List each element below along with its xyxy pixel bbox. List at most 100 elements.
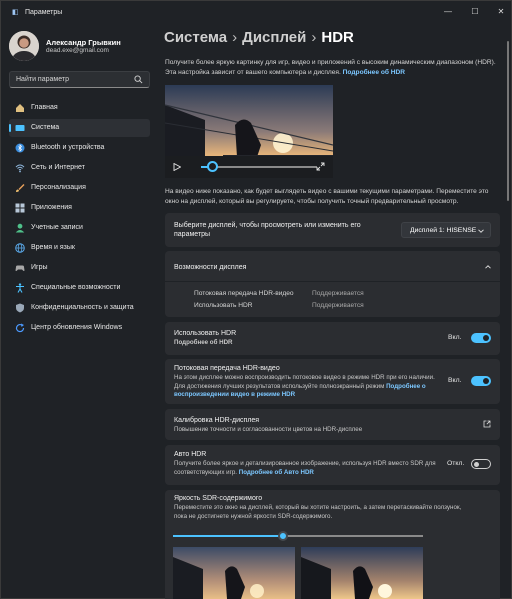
breadcrumb: Система › Дисплей › HDR — [164, 29, 354, 46]
sdr-brightness-thumb[interactable] — [278, 531, 288, 541]
auto-hdr-state: Откл. — [447, 460, 465, 467]
use-hdr-card: Использовать HDR Подробнее об HDR Вкл. — [165, 322, 500, 355]
capabilities-title: Возможности дисплея — [174, 264, 247, 271]
brush-icon — [16, 184, 25, 192]
sidebar-item-label: Сеть и Интернет — [31, 164, 85, 171]
display-select-label: Выберите дисплей, чтобы просмотреть или … — [174, 222, 361, 238]
hdr-learn-more-link[interactable]: Подробнее об HDR — [343, 69, 405, 76]
breadcrumb-separator: › — [311, 29, 317, 46]
auto-hdr-card: Авто HDR Получите более яркое и детализи… — [165, 445, 500, 485]
globe-icon — [15, 243, 25, 253]
capability-value: Поддерживается — [312, 302, 364, 309]
external-link-icon[interactable] — [483, 420, 491, 428]
sidebar-item[interactable]: Специальные возможности — [9, 279, 150, 297]
page-title: HDR — [321, 29, 354, 46]
title-bar: ◧ Параметры — ☐ ✕ — [1, 1, 511, 25]
sidebar-item[interactable]: Приложения — [9, 199, 150, 217]
auto-hdr-toggle[interactable] — [471, 459, 491, 469]
hdr-calibration-title: Калибровка HDR-дисплея — [174, 417, 260, 424]
use-hdr-title: Использовать HDR — [174, 330, 237, 337]
accounts-icon — [15, 223, 25, 233]
chevron-up-icon — [485, 265, 491, 269]
chevron-down-icon — [478, 229, 484, 233]
fullscreen-icon[interactable] — [316, 162, 325, 171]
hdr-streaming-toggle[interactable] — [471, 376, 491, 386]
scrollbar[interactable] — [507, 41, 509, 201]
breadcrumb-display[interactable]: Дисплей — [242, 29, 306, 46]
sidebar-item[interactable]: Главная — [9, 99, 150, 117]
video-seek-bar[interactable] — [201, 166, 317, 168]
hdr-streaming-card: Потоковая передача HDR-видео На этом дис… — [165, 359, 500, 404]
sdr-brightness-title: Яркость SDR-содержимого — [174, 495, 263, 502]
apps-icon — [15, 203, 25, 213]
system-icon — [15, 125, 25, 131]
hdr-calibration-card[interactable]: Калибровка HDR-дисплея Повышение точност… — [165, 409, 500, 440]
accessibility-icon — [16, 283, 24, 293]
home-icon — [16, 104, 24, 112]
hdr-calibration-description: Повышение точности и согласованности цве… — [174, 426, 363, 433]
preview-description: На видео ниже показано, как будет выгляд… — [165, 188, 489, 205]
use-hdr-state: Вкл. — [448, 334, 462, 341]
sidebar-item-label: Время и язык — [31, 244, 75, 251]
sidebar-item[interactable]: Центр обновления Windows — [9, 319, 150, 337]
sidebar-item-label: Учетные записи — [31, 224, 83, 231]
capability-value: Поддерживается — [312, 290, 364, 297]
use-hdr-toggle[interactable] — [471, 333, 491, 343]
sdr-brightness-description: Переместите это окно на дисплей, который… — [174, 504, 462, 520]
settings-window: ◧ Параметры — ☐ ✕ Александр Грывкин dead… — [0, 0, 512, 599]
sidebar-item-label: Персонализация — [31, 184, 86, 191]
sidebar-item[interactable]: Время и язык — [9, 239, 150, 257]
minimize-button[interactable]: — — [435, 3, 461, 21]
close-button[interactable]: ✕ — [488, 3, 512, 21]
auto-hdr-learn-more-link[interactable]: Подробнее об Авто HDR — [239, 469, 314, 476]
sidebar-item-label: Игры — [31, 264, 48, 271]
window-title: Параметры — [25, 9, 63, 16]
gamepad-icon — [15, 265, 25, 271]
update-icon — [15, 323, 25, 333]
sdr-brightness-card: Яркость SDR-содержимого Переместите это … — [165, 490, 500, 599]
sdr-preview-image — [173, 547, 295, 599]
sidebar-item[interactable]: Конфиденциальность и защита — [9, 299, 150, 317]
hdr-streaming-state: Вкл. — [448, 377, 462, 384]
search-placeholder: Найти параметр — [16, 76, 69, 83]
settings-app-icon: ◧ — [12, 9, 19, 16]
sidebar-item[interactable]: Учетные записи — [9, 219, 150, 237]
sidebar-item[interactable]: Игры — [9, 259, 150, 277]
user-name: Александр Грывкин — [46, 38, 121, 47]
sidebar-item-label: Приложения — [31, 204, 72, 211]
maximize-button[interactable]: ☐ — [462, 3, 488, 21]
sidebar-item[interactable]: Персонализация — [9, 179, 150, 197]
sidebar-item-label: Конфиденциальность и защита — [31, 304, 134, 311]
sidebar-item[interactable]: Сеть и Интернет — [9, 159, 150, 177]
display-capabilities-card: Возможности дисплея Потоковая передача H… — [165, 251, 500, 317]
display-dropdown-value: Дисплей 1: HISENSE — [410, 227, 477, 234]
user-email: dead.exe@gmail.com — [46, 47, 109, 54]
sidebar-item-label: Главная — [31, 104, 58, 111]
hdr-intro: Получите более яркую картинку для игр, в… — [165, 58, 500, 77]
sdr-brightness-fill — [173, 535, 283, 537]
network-icon — [15, 164, 25, 173]
active-indicator — [9, 124, 11, 132]
sidebar-item-label: Центр обновления Windows — [31, 324, 123, 331]
video-controls — [165, 156, 333, 178]
capabilities-header[interactable]: Возможности дисплея — [165, 251, 500, 282]
sidebar-item-label: Система — [31, 124, 60, 131]
search-input[interactable]: Найти параметр — [9, 71, 150, 88]
sdr-brightness-slider[interactable] — [173, 535, 423, 537]
play-icon[interactable] — [173, 163, 181, 171]
search-icon[interactable] — [134, 75, 143, 84]
breadcrumb-separator: › — [232, 29, 238, 46]
video-seek-thumb[interactable] — [206, 161, 218, 172]
sidebar-item-label: Специальные возможности — [31, 284, 121, 291]
sidebar-item[interactable]: Система — [9, 119, 150, 137]
breadcrumb-system[interactable]: Система — [164, 29, 227, 46]
capability-label: Использовать HDR — [194, 302, 253, 309]
hdr-preview-image — [301, 547, 423, 599]
bluetooth-icon — [15, 143, 25, 153]
capability-label: Потоковая передача HDR-видео — [194, 290, 294, 297]
avatar[interactable] — [9, 31, 39, 61]
hdr-intro-text: Получите более яркую картинку для игр, в… — [165, 59, 496, 76]
sidebar-item[interactable]: Bluetooth и устройства — [9, 139, 150, 157]
display-dropdown[interactable]: Дисплей 1: HISENSE — [401, 222, 491, 238]
use-hdr-learn-more-link[interactable]: Подробнее об HDR — [174, 339, 233, 348]
